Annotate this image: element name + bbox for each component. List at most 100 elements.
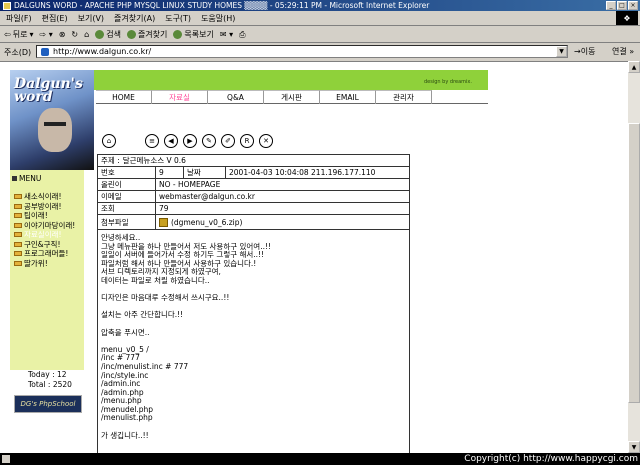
- prev-icon[interactable]: ◀: [164, 134, 178, 148]
- search-label: 검색: [106, 30, 121, 39]
- title-bar: DALGUNS WORD - APACHE PHP MYSQL LINUX ST…: [0, 0, 640, 11]
- maximize-button[interactable]: □: [617, 1, 627, 10]
- post-attach-row: 첨부파일 (dgmenu_v0_6.zip): [98, 215, 409, 230]
- refresh-icon[interactable]: ↻: [71, 30, 78, 39]
- portrait-face: [38, 108, 72, 152]
- post-email-link[interactable]: webmaster@dalgun.co.kr: [156, 191, 255, 202]
- history-label: 목록보기: [184, 30, 214, 39]
- write-icon[interactable]: ✎: [202, 134, 216, 148]
- today-count: 12: [57, 370, 67, 379]
- address-label: 주소(D): [4, 47, 32, 57]
- page-icon: [41, 47, 49, 56]
- post-subject: 달근메뉴소스 V 0.6: [122, 156, 186, 165]
- address-input[interactable]: http://www.dalgun.co.kr/ ▼: [36, 45, 568, 58]
- nav-admin[interactable]: 관리자: [376, 90, 432, 104]
- folder-icon: [14, 251, 22, 257]
- post-subject-row: 주제 : 달근메뉴소스 V 0.6: [98, 155, 409, 167]
- menu-item[interactable]: 딸가위!: [14, 259, 75, 269]
- forward-button[interactable]: ⇨ ▾: [39, 30, 52, 39]
- reply-icon[interactable]: R: [240, 134, 254, 148]
- post-views-row: 조회 79: [98, 203, 409, 215]
- favorites-button[interactable]: 즐겨찾기: [126, 29, 168, 40]
- edit-icon[interactable]: ✐: [221, 134, 235, 148]
- menu-square-icon: [12, 176, 17, 181]
- scroll-up-icon[interactable]: ▲: [628, 61, 640, 73]
- go-label: 이동: [580, 47, 596, 56]
- attach-label: 첨부파일: [98, 215, 156, 229]
- windows-flag-icon: ❖: [616, 11, 638, 25]
- scroll-thumb[interactable]: [628, 123, 640, 403]
- window-title: DALGUNS WORD - APACHE PHP MYSQL LINUX ST…: [14, 1, 430, 10]
- total-count: 2520: [52, 380, 72, 389]
- post-email-row: 이메일 webmaster@dalgun.co.kr: [98, 191, 409, 203]
- links-button[interactable]: 연결 »: [612, 46, 634, 57]
- post-views: 79: [159, 204, 169, 213]
- folder-icon: [14, 194, 22, 200]
- site-logo-text: Dalgun's word: [14, 76, 83, 105]
- nav-qna[interactable]: Q&A: [208, 90, 264, 104]
- folder-icon: [14, 232, 22, 238]
- menu-help[interactable]: 도움말(H): [201, 13, 235, 24]
- email-label: 이메일: [98, 191, 156, 202]
- post-subject-label: 주제 :: [101, 156, 120, 165]
- left-menu-panel: MENU 새소식이래! 공부방이래! 팁이래! 이야기마당이래! 자료실이래! …: [10, 170, 84, 413]
- post-author-row: 올린이 NO - HOMEPAGE: [98, 179, 409, 191]
- phpschool-banner[interactable]: DG's PhpSchool: [14, 395, 82, 413]
- status-bar: Copyright(c) http://www.happycgi.com: [0, 453, 640, 465]
- menu-edit[interactable]: 편집(E): [42, 13, 68, 24]
- post-body: 안녕하세요.. 그냥 메뉴판을 하나 만들어서 저도 사용하구 있어여..!! …: [101, 233, 271, 440]
- folder-icon: [14, 203, 22, 209]
- menu-list: 새소식이래! 공부방이래! 팁이래! 이야기마당이래! 자료실이래! 구인&구직…: [14, 192, 75, 268]
- back-label: 뒤로: [12, 30, 28, 39]
- print-icon[interactable]: ⎙: [239, 30, 245, 40]
- post-number: 9: [156, 167, 184, 178]
- total-label: Total: [28, 380, 46, 389]
- status-text: Copyright(c) http://www.happycgi.com: [464, 454, 638, 464]
- search-button[interactable]: 검색: [95, 29, 121, 40]
- history-button[interactable]: 목록보기: [173, 29, 214, 40]
- next-icon[interactable]: ▶: [183, 134, 197, 148]
- menu-heading: MENU: [12, 174, 41, 183]
- stop-icon[interactable]: ⊗: [59, 30, 66, 39]
- menu-bar: 파일(F) 편집(E) 보기(V) 즐겨찾기(A) 도구(T) 도움말(H) ❖: [0, 11, 640, 26]
- home-icon[interactable]: ⌂: [84, 30, 89, 39]
- home-icon[interactable]: ⌂: [102, 134, 116, 148]
- post-attach-link[interactable]: (dgmenu_v0_6.zip): [156, 215, 242, 229]
- close-button[interactable]: ×: [628, 1, 638, 10]
- post-date-ip: 2001-04-03 10:04:08 211.196.177.110: [229, 168, 376, 177]
- folder-icon: [14, 241, 22, 247]
- post-author: NO - HOMEPAGE: [159, 180, 221, 189]
- address-dropdown-icon[interactable]: ▼: [556, 46, 567, 57]
- back-button[interactable]: ⇦ 뒤로 ▾: [4, 29, 33, 40]
- nav-email[interactable]: EMAIL: [320, 90, 376, 104]
- menu-item-label: 딸가위!: [24, 258, 48, 268]
- list-icon[interactable]: ≡: [145, 134, 159, 148]
- menu-title: MENU: [19, 174, 42, 183]
- menu-view[interactable]: 보기(V): [78, 13, 104, 24]
- disk-icon: [159, 217, 168, 227]
- folder-icon: [14, 260, 22, 266]
- menu-favorites[interactable]: 즐겨찾기(A): [114, 13, 155, 24]
- delete-icon[interactable]: ✕: [259, 134, 273, 148]
- favorites-label: 즐겨찾기: [137, 30, 168, 39]
- go-button[interactable]: →이동: [574, 46, 595, 57]
- views-label: 조회: [98, 203, 156, 214]
- nav-home[interactable]: HOME: [96, 90, 152, 104]
- site-nav: HOME 자료실 Q&A 게시판 EMAIL 관리자: [96, 90, 488, 104]
- post-action-icons: ⌂ ≡ ◀ ▶ ✎ ✐ R ✕: [102, 134, 273, 148]
- site-logo-portrait[interactable]: Dalgun's word: [10, 70, 94, 170]
- minimize-button[interactable]: _: [606, 1, 616, 10]
- toolbar: ⇦ 뒤로 ▾ ⇨ ▾ ⊗ ↻ ⌂ 검색 즐겨찾기 목록보기 ✉ ▾ ⎙: [0, 27, 640, 43]
- vertical-scrollbar[interactable]: ▲ ▼: [628, 61, 640, 453]
- mail-button[interactable]: ✉ ▾: [220, 30, 233, 39]
- scroll-down-icon[interactable]: ▼: [628, 441, 640, 453]
- favorites-icon: [126, 30, 136, 39]
- nav-archive[interactable]: 자료실: [152, 90, 208, 104]
- menu-file[interactable]: 파일(F): [6, 13, 32, 24]
- nav-board[interactable]: 게시판: [264, 90, 320, 104]
- menu-tools[interactable]: 도구(T): [165, 13, 191, 24]
- status-page-icon: [2, 455, 10, 463]
- history-icon: [173, 30, 183, 39]
- design-by-credit: design by dreamix.: [424, 79, 472, 85]
- search-icon: [95, 30, 105, 39]
